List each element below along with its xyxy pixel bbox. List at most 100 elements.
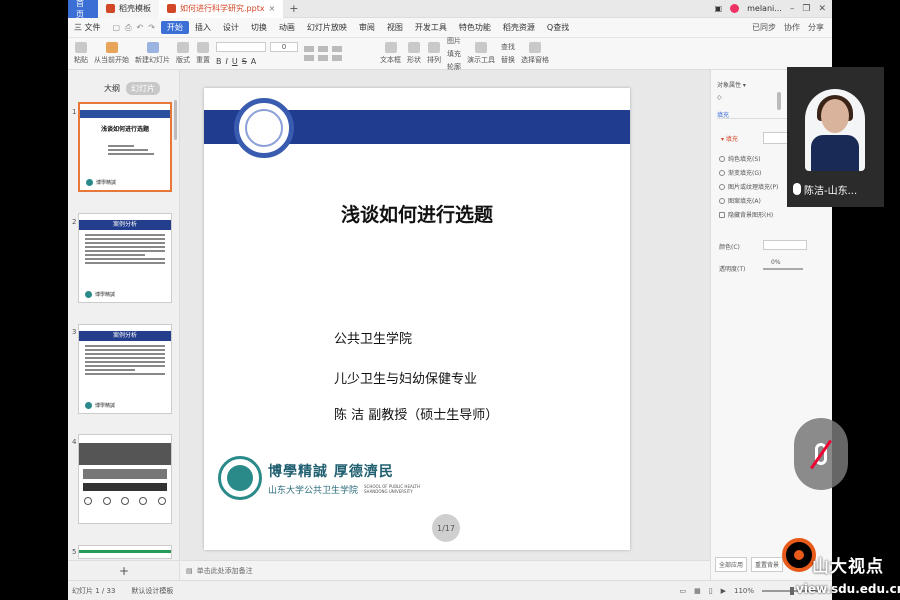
microphone-icon [793, 183, 801, 195]
menu-item-insert[interactable]: 插入 [189, 22, 217, 33]
slide-major[interactable]: 儿少卫生与妇幼保健专业 [334, 368, 477, 387]
strikethrough-icon[interactable]: S [242, 57, 247, 66]
minimize-icon[interactable]: – [790, 4, 795, 14]
fill-button[interactable]: 填充 [447, 49, 461, 59]
redo-icon[interactable]: ↷ [148, 23, 155, 33]
menu-item-label: 动画 [278, 23, 295, 32]
font-size-box[interactable]: 0 [270, 41, 298, 52]
fill-section-header[interactable]: ▾ 填充 [721, 134, 738, 143]
menu-item-developer[interactable]: 开发工具 [409, 22, 453, 33]
option-hide-background[interactable]: 隐藏背景图形(H) [719, 210, 773, 219]
select-pane-button[interactable]: 选择窗格 [521, 42, 549, 65]
numbered-list-icon[interactable] [318, 46, 328, 52]
panel-scrollbar[interactable] [174, 100, 177, 140]
align-left-icon[interactable] [304, 55, 314, 61]
indent-icon[interactable] [332, 46, 342, 52]
slide-school[interactable]: 公共卫生学院 [334, 328, 412, 347]
tab-slides[interactable]: 幻灯片 [126, 82, 160, 95]
fill-bucket-icon[interactable]: ◇ [717, 94, 722, 101]
menu-item-home[interactable]: 开始 [160, 21, 189, 34]
save-icon[interactable]: ▢ [113, 23, 121, 33]
replace-button[interactable]: 替换 [501, 55, 515, 65]
window-layout-icon[interactable]: ▣ [715, 4, 723, 13]
new-slide-button[interactable]: 新建幻灯片 [135, 42, 170, 65]
restore-icon[interactable]: ❐ [802, 4, 810, 14]
school-logo: 博學精誠 厚德濟民 山东大学公共卫生学院 SCHOOL OF PUBLIC HE… [218, 456, 420, 500]
menu-item-design[interactable]: 设计 [217, 22, 245, 33]
align-center-icon[interactable] [318, 55, 328, 61]
present-tools-button[interactable]: 演示工具 [467, 42, 495, 65]
tab-document[interactable]: 如何进行科学研究.pptx × [159, 0, 284, 18]
tab-docer[interactable]: 稻壳模板 [98, 0, 159, 18]
arrange-button[interactable]: 排列 [427, 42, 441, 65]
reset-icon [197, 42, 209, 53]
menu-item-slideshow[interactable]: 幻灯片放映 [301, 22, 353, 33]
search-command[interactable]: Q查找 [541, 22, 575, 33]
notes-area[interactable]: ▤ 单击此处添加备注 [180, 560, 710, 580]
view-reading-icon[interactable]: ▯ [709, 587, 713, 595]
apply-all-button[interactable]: 全部应用 [715, 557, 748, 572]
properties-title[interactable]: 对象属性 ▾ [717, 80, 746, 89]
align-right-icon[interactable] [332, 55, 342, 61]
transparency-slider[interactable] [763, 268, 803, 270]
color-dropdown[interactable] [763, 240, 807, 250]
slide-thumbnail-3[interactable]: 案例分析 博學精誠 [78, 324, 172, 414]
textbox-button[interactable]: 文本框 [380, 42, 401, 65]
shape-button[interactable]: 形状 [407, 42, 421, 65]
find-button[interactable]: 查找 [501, 42, 515, 52]
menu-item-transition[interactable]: 切换 [245, 22, 273, 33]
menu-item-view[interactable]: 视图 [381, 22, 409, 33]
bold-icon[interactable]: B [216, 57, 222, 66]
mic-muted-button[interactable] [794, 418, 848, 490]
transparency-label: 透明度(T) [719, 266, 746, 273]
slide[interactable]: 浅谈如何进行选题 公共卫生学院 儿少卫生与妇幼保健专业 陈 洁 副教授（硕士生导… [204, 88, 630, 550]
close-window-icon[interactable]: ✕ [818, 4, 826, 14]
panel-scroll-thumb[interactable] [777, 92, 781, 110]
paste-button[interactable]: 粘贴 [74, 42, 88, 65]
slide-author[interactable]: 陈 洁 副教授（硕士生导师） [334, 404, 498, 423]
file-menu[interactable]: 三 文件 [68, 22, 107, 33]
close-tab-icon[interactable]: × [269, 4, 276, 13]
option-picture-fill[interactable]: 图片或纹理填充(P) [719, 182, 778, 191]
list-icon[interactable] [304, 46, 314, 52]
play-slideshow-icon[interactable]: ▶ [721, 587, 726, 595]
undo-icon[interactable]: ↶ [137, 23, 144, 33]
underline-icon[interactable]: U [232, 57, 238, 66]
tab-outline[interactable]: 大纲 [104, 83, 120, 94]
menu-item-animation[interactable]: 动画 [273, 22, 301, 33]
sync-status[interactable]: 已同步 [752, 22, 776, 33]
thumb-bar [80, 110, 170, 118]
presenter-video[interactable]: 陈洁-山东... [787, 67, 884, 207]
add-slide-button[interactable]: + [68, 560, 180, 580]
theme-name[interactable]: 默认设计模板 [131, 586, 173, 596]
user-avatar-icon[interactable] [730, 4, 740, 13]
view-sorter-icon[interactable]: ▦ [694, 587, 701, 595]
slide-thumbnail-5[interactable] [78, 545, 172, 559]
option-solid-fill[interactable]: 纯色填充(S) [719, 154, 761, 163]
zoom-level[interactable]: 110% [734, 587, 754, 595]
font-name-box[interactable] [216, 41, 266, 52]
option-pattern-fill[interactable]: 图案填充(A) [719, 196, 761, 205]
menu-item-review[interactable]: 审阅 [353, 22, 381, 33]
italic-icon[interactable]: I [226, 57, 228, 66]
view-normal-icon[interactable]: ▭ [679, 587, 686, 595]
tab-home[interactable]: 首页 [68, 0, 98, 19]
slide-thumbnail-2[interactable]: 案例分析 博學精誠 [78, 213, 172, 303]
picture-button[interactable]: 图片 [447, 36, 461, 46]
menu-item-features[interactable]: 特色功能 [453, 22, 497, 33]
layout-button[interactable]: 版式 [176, 42, 190, 65]
from-current-button[interactable]: 从当前开始 [94, 42, 129, 65]
collaborate-button[interactable]: 协作 [784, 22, 800, 33]
font-color-icon[interactable]: A [251, 57, 256, 66]
new-tab-icon[interactable]: + [283, 2, 304, 15]
user-name[interactable]: melani... [747, 4, 782, 13]
share-button[interactable]: 分享 [808, 22, 824, 33]
print-icon[interactable]: ⎙ [125, 23, 131, 33]
option-gradient-fill[interactable]: 渐变填充(G) [719, 168, 761, 177]
slide-thumbnail-1[interactable]: 浅谈如何进行选题 博學精誠 [78, 102, 172, 192]
menu-item-resources[interactable]: 稻壳资源 [497, 22, 541, 33]
slide-thumbnail-4[interactable] [78, 434, 172, 524]
docer-icon [106, 4, 115, 13]
slide-title[interactable]: 浅谈如何进行选题 [204, 200, 630, 227]
reset-button[interactable]: 重置 [196, 42, 210, 65]
